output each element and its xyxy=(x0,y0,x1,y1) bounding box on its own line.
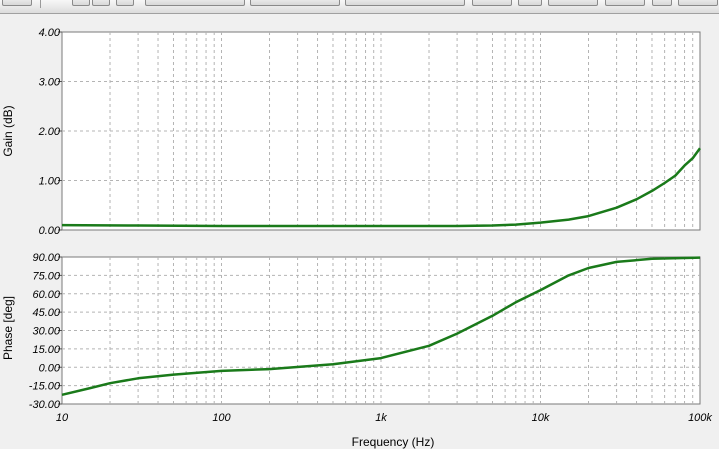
y-tick-label: 60.00 xyxy=(32,289,60,301)
x-tick-label: 10k xyxy=(532,412,550,424)
phase-axis-label: Phase [deg] xyxy=(1,296,15,360)
y-tick-label: -30.00 xyxy=(29,399,61,411)
bode-plot-window: 0.00 1.00 2.00 3.00 4.00 -30.00 -15.00 0.00 15.… xyxy=(0,0,719,449)
gain-axis-label: Gain (dB) xyxy=(1,105,15,156)
y-tick-label: 90.00 xyxy=(32,252,60,264)
y-tick-label: 30.00 xyxy=(32,326,60,338)
y-tick-label: 0.00 xyxy=(39,362,61,374)
frequency-axis-label: Frequency (Hz) xyxy=(352,435,435,449)
y-tick-label: 4.00 xyxy=(39,27,61,39)
x-tick-label: 100 xyxy=(212,412,231,424)
y-tick-label: 3.00 xyxy=(39,77,61,89)
y-tick-label: 1.00 xyxy=(39,176,61,188)
y-tick-label: 45.00 xyxy=(32,307,60,319)
y-tick-label: 0.00 xyxy=(39,225,61,237)
x-tick-label: 100k xyxy=(688,412,712,424)
y-tick-label: 75.00 xyxy=(32,270,60,282)
y-tick-label: 15.00 xyxy=(32,344,60,356)
x-tick-label: 1k xyxy=(375,412,387,424)
bode-chart: 0.00 1.00 2.00 3.00 4.00 -30.00 -15.00 0.00 15.… xyxy=(1,27,713,449)
y-tick-label: -15.00 xyxy=(29,381,61,393)
phase-panel: -30.00 -15.00 0.00 15.00 30.00 45.00 60.00 75.0… xyxy=(29,252,713,424)
x-tick-label: 10 xyxy=(56,412,69,424)
y-tick-label: 2.00 xyxy=(38,126,61,138)
gain-panel: 0.00 1.00 2.00 3.00 4.00 xyxy=(38,27,702,237)
